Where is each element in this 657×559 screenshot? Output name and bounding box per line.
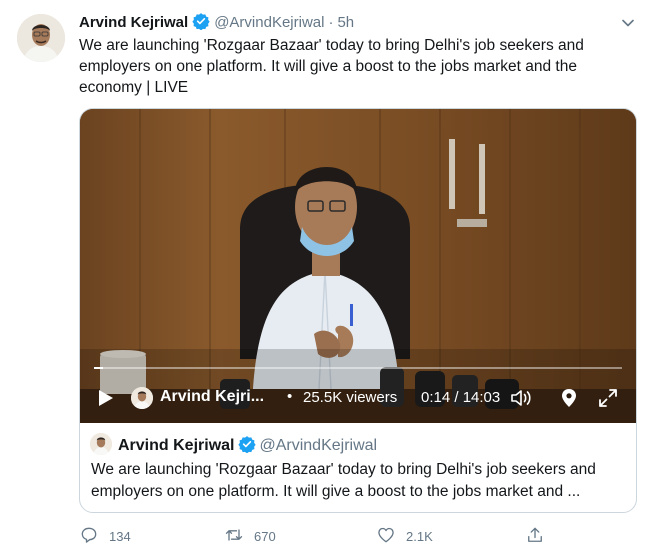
like-count: 2.1K: [406, 528, 433, 544]
verified-badge-icon: [238, 435, 257, 454]
broadcaster-avatar[interactable]: [131, 387, 153, 409]
quoted-author-name[interactable]: Arvind Kejriwal: [118, 437, 234, 454]
video-controls: Arvind Kejri... • 25.5K viewers 0:14 / 1…: [80, 379, 636, 419]
chevron-down-icon[interactable]: [619, 14, 637, 32]
viewer-count: 25.5K viewers: [303, 389, 398, 406]
share-button[interactable]: [525, 524, 545, 548]
live-video-player[interactable]: Arvind Kejri... • 25.5K viewers 0:14 / 1…: [80, 109, 636, 423]
quoted-tweet-text: We are launching 'Rozgaar Bazaar' today …: [91, 461, 596, 500]
reply-button[interactable]: 134: [79, 524, 131, 548]
header-separator: ·: [328, 14, 334, 31]
author-name[interactable]: Arvind Kejriwal: [79, 14, 188, 31]
expand-icon[interactable]: [597, 387, 619, 409]
media-card[interactable]: Arvind Kejri... • 25.5K viewers 0:14 / 1…: [79, 108, 637, 513]
location-pin-icon[interactable]: [558, 387, 580, 409]
retweet-icon: [224, 525, 244, 548]
quoted-tweet[interactable]: Arvind Kejriwal @ArvindKejriwal We are la…: [80, 423, 636, 512]
volume-icon[interactable]: [509, 387, 533, 409]
video-progress-bar[interactable]: [94, 367, 622, 369]
tweet-header: Arvind Kejriwal @ArvindKejriwal · 5h: [79, 12, 637, 32]
video-timecode: 0:14 / 14:03: [421, 389, 501, 406]
play-icon[interactable]: [94, 387, 116, 409]
tweet[interactable]: Arvind Kejriwal @ArvindKejriwal · 5h We are…: [0, 0, 657, 559]
author-avatar[interactable]: [17, 14, 65, 62]
like-button[interactable]: 2.1K: [376, 524, 433, 548]
reply-count: 134: [109, 528, 131, 544]
quoted-author-handle[interactable]: @ArvindKejriwal: [259, 437, 377, 454]
reply-icon: [79, 525, 99, 548]
verified-badge-icon: [192, 12, 210, 31]
tweet-timestamp[interactable]: 5h: [337, 14, 354, 31]
tweet-text: We are launching 'Rozgaar Bazaar' today …: [79, 37, 584, 96]
share-icon: [525, 525, 545, 548]
video-progress-fill: [94, 367, 103, 369]
retweet-count: 670: [254, 528, 276, 544]
quoted-tweet-header: Arvind Kejriwal @ArvindKejriwal: [118, 435, 377, 455]
quoted-author-avatar[interactable]: [90, 433, 112, 455]
heart-icon: [376, 525, 396, 548]
retweet-button[interactable]: 670: [224, 524, 276, 548]
controls-separator: •: [287, 388, 293, 405]
tweet-actions: 134 670 2.1K: [79, 524, 637, 548]
video-frame: [80, 109, 636, 423]
author-handle[interactable]: @ArvindKejriwal: [214, 14, 324, 31]
broadcaster-name[interactable]: Arvind Kejri...: [160, 388, 264, 406]
